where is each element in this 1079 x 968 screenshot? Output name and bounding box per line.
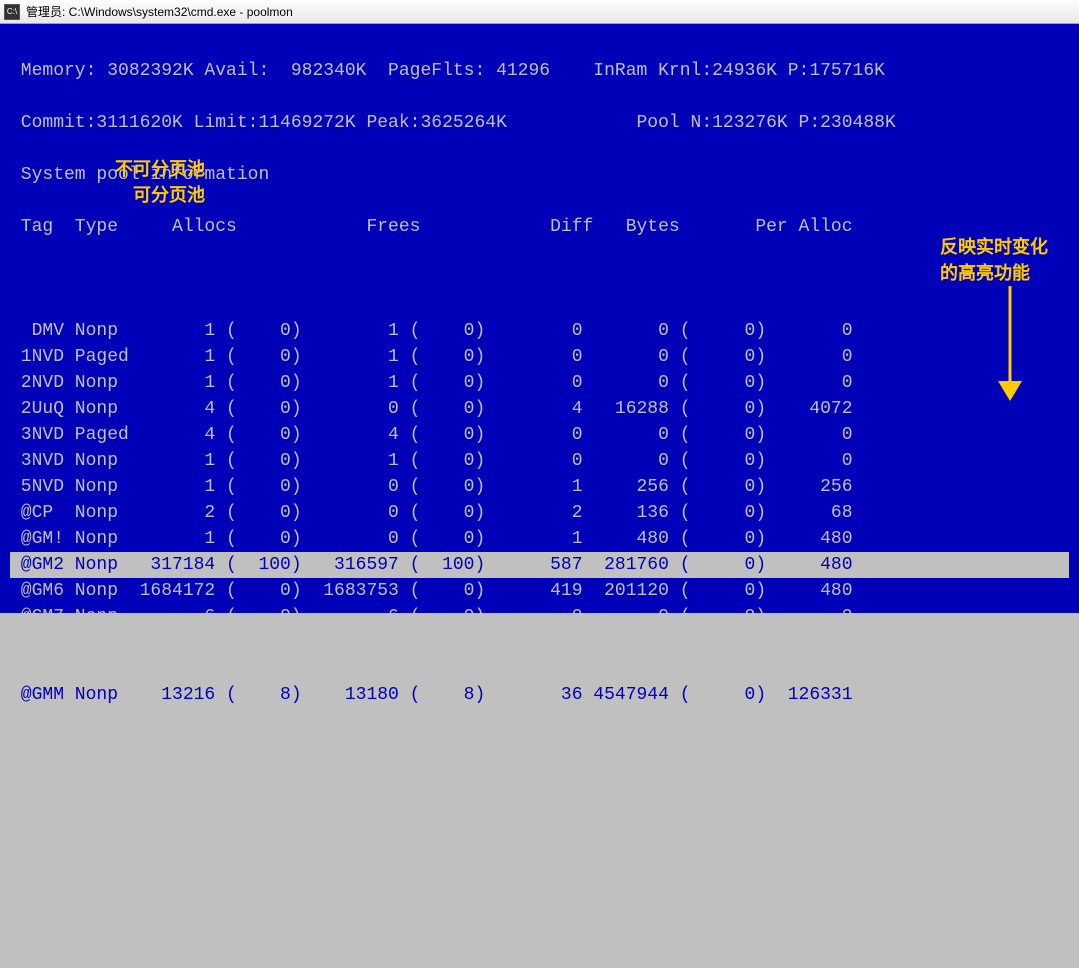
header-commit: Commit:3111620K Limit:11469272K Peak:362… [10, 110, 1069, 136]
pool-row: @GM8 Nonp 5 ( 0) 5 ( 0) 0 0 ( 0) 0 [10, 630, 1069, 656]
cmd-icon: C:\ [4, 4, 20, 20]
pool-row: 1NVD Paged 1 ( 0) 1 ( 0) 0 0 ( 0) 0 [10, 344, 1069, 370]
pool-row: 2NVD Nonp 1 ( 0) 1 ( 0) 0 0 ( 0) 0 [10, 370, 1069, 396]
pool-row: @CP Nonp 2 ( 0) 0 ( 0) 2 136 ( 0) 68 [10, 500, 1069, 526]
column-headers: Tag Type Allocs Frees Diff Bytes Per All… [10, 214, 1069, 240]
pool-row: DMV Nonp 1 ( 0) 1 ( 0) 0 0 ( 0) 0 [10, 318, 1069, 344]
header-memory: Memory: 3082392K Avail: 982340K PageFlts… [10, 58, 1069, 84]
pool-row: 3NVD Paged 4 ( 0) 4 ( 0) 0 0 ( 0) 0 [10, 422, 1069, 448]
pool-row: @GMM Nonp 13216 ( 8) 13180 ( 8) 36 45479… [10, 682, 1069, 708]
pool-row: 5NVD Nonp 1 ( 0) 0 ( 0) 1 256 ( 0) 256 [10, 474, 1069, 500]
blank-row [10, 266, 1069, 292]
pool-row: @GMa Nonp 6 ( 0) 0 ( 0) 6 2880 ( 0) 480 [10, 708, 1069, 734]
pool-row: 2UuQ Nonp 4 ( 0) 0 ( 0) 4 16288 ( 0) 407… [10, 396, 1069, 422]
pool-row: @GM6 Nonp 1684172 ( 0) 1683753 ( 0) 419 … [10, 578, 1069, 604]
pool-row: @GM! Nonp 1 ( 0) 0 ( 0) 1 480 ( 0) 480 [10, 526, 1069, 552]
terminal-output: Memory: 3082392K Avail: 982340K PageFlts… [0, 24, 1079, 613]
pool-row: 3NVD Nonp 1 ( 0) 1 ( 0) 0 0 ( 0) 0 [10, 448, 1069, 474]
window-title-bar: C:\ 管理员: C:\Windows\system32\cmd.exe - p… [0, 0, 1079, 24]
window-title: 管理员: C:\Windows\system32\cmd.exe - poolm… [26, 3, 293, 20]
pool-row: @GM2 Nonp 317184 ( 100) 316597 ( 100) 58… [10, 552, 1069, 578]
header-system: System pool information [10, 162, 1069, 188]
pool-row: @GMb Nonp 5 ( 0) 4 ( 0) 1 480 ( 0) 480 [10, 734, 1069, 760]
pool-row: @GMM Paged 1 ( 0) 0 ( 0) 1 2097152 ( 0) … [10, 656, 1069, 682]
pool-row: @GM7 Nonp 6 ( 0) 6 ( 0) 0 0 ( 0) 0 [10, 604, 1069, 630]
